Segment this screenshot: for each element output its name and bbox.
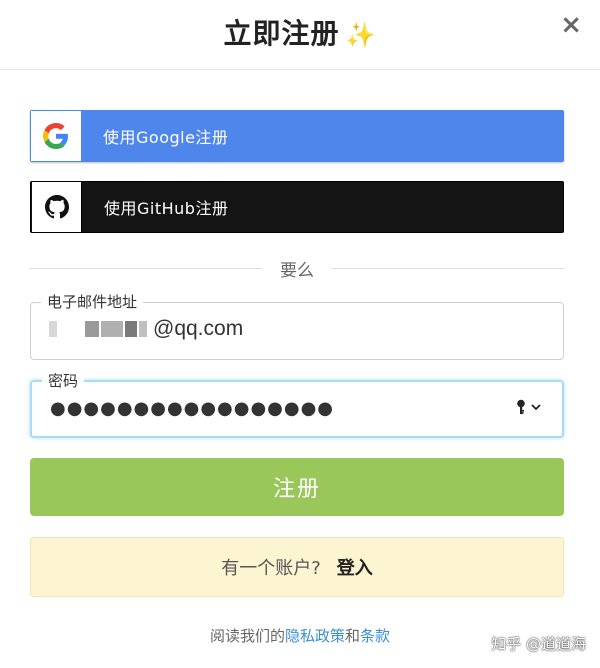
email-field[interactable]: 电子邮件地址 @qq.com	[30, 291, 564, 360]
watermark: 知乎 @道道海	[491, 635, 586, 653]
login-prompt-box: 有一个账户? 登入	[30, 537, 564, 597]
google-signup-label: 使用Google注册	[103, 128, 229, 147]
redacted-block	[101, 321, 123, 338]
password-value: ●●●●●●●●●●●●●●●●●	[50, 398, 335, 419]
signup-submit-button[interactable]: 注册	[30, 458, 564, 516]
email-label: 电子邮件地址	[41, 291, 144, 312]
login-prompt-text: 有一个账户?	[221, 558, 321, 579]
password-field[interactable]: 密码 ●●●●●●●●●●●●●●●●●	[30, 370, 564, 438]
title-text: 立即注册	[223, 17, 340, 50]
divider-line-left	[30, 267, 262, 269]
login-link[interactable]: 登入	[337, 554, 373, 580]
redacted-block	[85, 321, 99, 338]
or-divider: 要么	[30, 256, 564, 281]
chevron-down-icon	[531, 404, 541, 411]
email-domain: @qq.com	[153, 317, 244, 340]
redacted-block	[139, 321, 147, 338]
password-manager-key-icon[interactable]	[516, 399, 542, 415]
github-signup-button[interactable]: 使用GitHub注册	[30, 181, 564, 233]
terms-link[interactable]: 条款	[360, 627, 390, 645]
google-signup-button[interactable]: 使用Google注册	[30, 110, 564, 162]
footer-prefix: 阅读我们的	[209, 627, 285, 645]
password-label: 密码	[42, 370, 85, 391]
dialog-title: 立即注册 ✨	[0, 12, 600, 52]
google-icon	[31, 111, 81, 161]
divider-text: 要么	[280, 260, 314, 281]
dialog-header: 立即注册 ✨ ×	[0, 0, 600, 70]
divider-line-right	[332, 267, 564, 269]
footer-and: 和	[345, 627, 361, 645]
privacy-policy-link[interactable]: 隐私政策	[285, 627, 345, 645]
redacted-block	[125, 321, 137, 338]
sparkle-icon: ✨	[345, 21, 377, 49]
github-signup-label: 使用GitHub注册	[104, 199, 229, 218]
email-value: @qq.com	[49, 317, 243, 341]
github-icon	[32, 182, 82, 232]
close-button[interactable]: ×	[560, 10, 582, 40]
redacted-block	[49, 321, 57, 338]
